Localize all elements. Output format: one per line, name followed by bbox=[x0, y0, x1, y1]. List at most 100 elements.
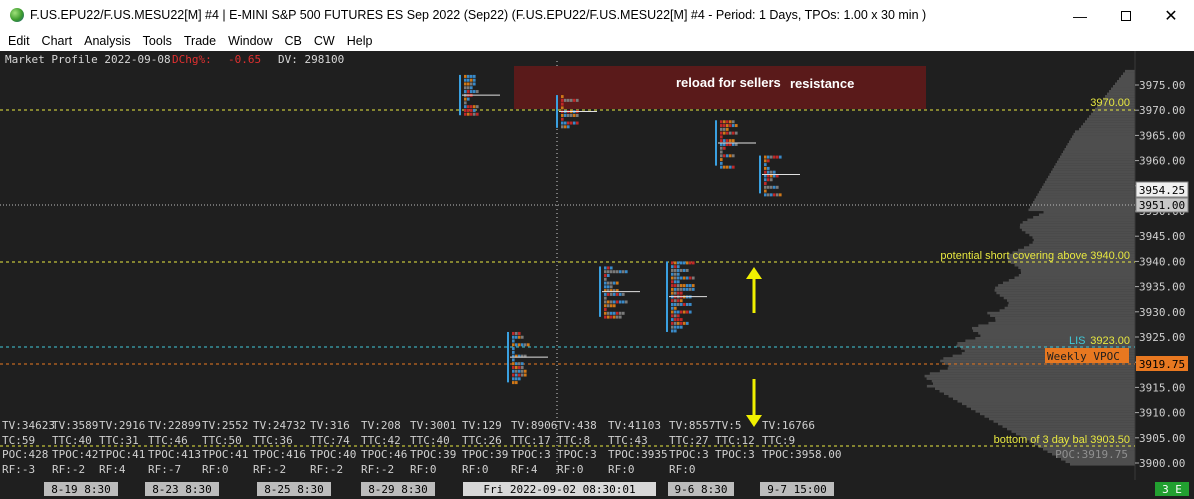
tpo-block bbox=[677, 268, 680, 272]
menu-edit[interactable]: Edit bbox=[0, 31, 36, 51]
tpo-block bbox=[561, 102, 564, 106]
volume-bar bbox=[972, 326, 1135, 330]
stat-cell: TV:41103 bbox=[608, 419, 661, 432]
volume-bar bbox=[1025, 231, 1135, 234]
tpo-block bbox=[674, 318, 677, 322]
volume-bar bbox=[999, 309, 1135, 312]
volume-bar bbox=[1093, 110, 1135, 113]
tpo-block bbox=[671, 314, 674, 318]
tpo-profiles bbox=[459, 74, 800, 385]
stat-cell: TPOC:39 bbox=[410, 448, 456, 461]
tpo-block bbox=[720, 131, 723, 135]
tpo-block bbox=[467, 108, 470, 112]
tpo-block bbox=[767, 185, 770, 189]
tpo-block bbox=[567, 121, 570, 125]
volume-bar bbox=[1014, 276, 1135, 280]
tpo-block bbox=[607, 281, 610, 285]
volume-bar bbox=[957, 400, 1135, 403]
price-tick-label: 3910.00 bbox=[1139, 407, 1185, 420]
tpo-block bbox=[723, 124, 726, 128]
volume-bar bbox=[1034, 198, 1135, 201]
tpo-block bbox=[732, 139, 735, 143]
tpo-block bbox=[674, 261, 677, 265]
tpo-block bbox=[619, 270, 622, 274]
menu-cw[interactable]: CW bbox=[308, 31, 341, 51]
minimize-button[interactable]: — bbox=[1057, 0, 1103, 31]
market-profile-chart[interactable]: reload for sellers resistance 3970.00 po… bbox=[0, 51, 1194, 499]
tpo-block bbox=[512, 358, 515, 362]
tpo-block bbox=[470, 78, 473, 82]
volume-bar bbox=[1087, 117, 1135, 121]
tpo-block bbox=[473, 90, 476, 94]
tpo-block bbox=[767, 170, 770, 174]
tpo-block bbox=[683, 287, 686, 291]
stat-cell: TPOC:41 bbox=[202, 448, 248, 461]
tpo-block bbox=[735, 124, 738, 128]
tpo-block bbox=[476, 105, 479, 109]
volume-bar bbox=[1011, 430, 1135, 433]
tpo-block bbox=[779, 155, 782, 159]
tpo-block bbox=[473, 82, 476, 86]
maximize-button[interactable] bbox=[1103, 0, 1149, 31]
tpo-block bbox=[464, 101, 467, 105]
tpo-block bbox=[521, 362, 524, 366]
volume-bar bbox=[1032, 236, 1135, 239]
tpo-block bbox=[512, 350, 515, 354]
tpo-block bbox=[607, 304, 610, 308]
tpo-block bbox=[470, 82, 473, 86]
menu-tools[interactable]: Tools bbox=[137, 31, 178, 51]
tpo-block bbox=[720, 135, 723, 139]
volume-bar bbox=[1081, 125, 1135, 128]
menu-chart[interactable]: Chart bbox=[36, 31, 79, 51]
tpo-block bbox=[613, 292, 616, 296]
menu-help[interactable]: Help bbox=[341, 31, 379, 51]
menu-window[interactable]: Window bbox=[222, 31, 278, 51]
tpo-block bbox=[613, 304, 616, 308]
tpo-block bbox=[604, 296, 607, 300]
tpo-block bbox=[692, 287, 695, 291]
stat-cell: TPOC:46 bbox=[361, 448, 407, 461]
tpo-block bbox=[470, 90, 473, 94]
volume-bar bbox=[1070, 137, 1135, 141]
tpo-block bbox=[604, 308, 607, 312]
tpo-block bbox=[573, 98, 576, 102]
tpo-block bbox=[671, 287, 674, 291]
tpo-block bbox=[674, 268, 677, 272]
tpo-block bbox=[723, 120, 726, 124]
chart-canvas[interactable]: reload for sellers resistance 3970.00 po… bbox=[0, 51, 1194, 499]
volume-bar bbox=[1027, 218, 1135, 222]
tpo-block bbox=[576, 98, 579, 102]
tpo-block bbox=[764, 159, 767, 163]
volume-bar bbox=[971, 407, 1135, 411]
volume-bar bbox=[987, 311, 1135, 315]
tpo-block bbox=[770, 178, 773, 182]
arrow-up-icon bbox=[746, 267, 762, 313]
tpo-block bbox=[726, 139, 729, 143]
lis-value: 3923.00 bbox=[1090, 335, 1130, 347]
tpo-block bbox=[773, 193, 776, 197]
menu-analysis[interactable]: Analysis bbox=[78, 31, 137, 51]
volume-bar bbox=[995, 319, 1135, 322]
tpo-block bbox=[729, 165, 732, 169]
volume-bar bbox=[1007, 304, 1135, 307]
tpo-block bbox=[518, 362, 521, 366]
tpo-block bbox=[773, 185, 776, 189]
menu-cb[interactable]: CB bbox=[279, 31, 308, 51]
menu-trade[interactable]: Trade bbox=[178, 31, 222, 51]
price-tick-label: 3900.00 bbox=[1139, 457, 1185, 470]
tpo-block bbox=[686, 287, 689, 291]
stat-cell: TV:2916 bbox=[99, 419, 145, 432]
volume-bar bbox=[953, 397, 1135, 401]
tpo-block bbox=[767, 159, 770, 163]
tpo-block bbox=[686, 310, 689, 314]
volume-bar bbox=[926, 377, 1135, 380]
tpo-block bbox=[467, 97, 470, 101]
tpo-block bbox=[720, 150, 723, 154]
tpo-block bbox=[512, 339, 515, 343]
volume-bar bbox=[1117, 79, 1135, 83]
close-button[interactable]: ✕ bbox=[1148, 0, 1194, 31]
stat-cell: TPOC:42 bbox=[52, 448, 98, 461]
stat-cell: TV:3001 bbox=[410, 419, 456, 432]
tpo-block bbox=[518, 369, 521, 373]
tpo-block bbox=[616, 270, 619, 274]
